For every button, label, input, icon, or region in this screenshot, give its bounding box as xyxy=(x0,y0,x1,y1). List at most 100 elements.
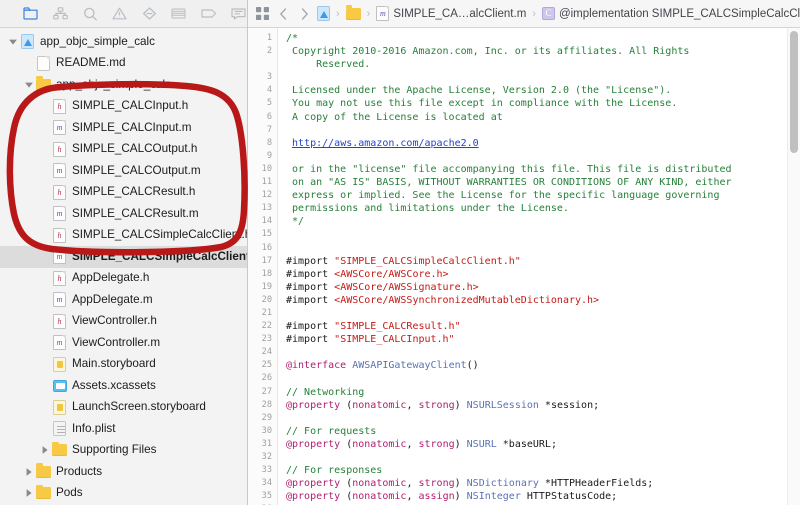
back-chevron-icon[interactable] xyxy=(275,6,291,22)
file-tree-row[interactable]: mSIMPLE_CALCSimpleCalcClient.m xyxy=(0,246,247,268)
breadcrumb-separator: › xyxy=(366,8,372,20)
code-token: express or implied. See the License for … xyxy=(286,190,719,201)
code-text[interactable]: /* Copyright 2010-2016 Amazon.com, Inc. … xyxy=(278,28,800,505)
file-tree-row[interactable]: hSIMPLE_CALCResult.h xyxy=(0,182,247,204)
file-tree-row-label: SIMPLE_CALCOutput.m xyxy=(72,165,201,177)
disclosure-triangle-open[interactable] xyxy=(22,78,35,91)
line-number: 28 xyxy=(248,399,277,412)
debug-navigator-icon[interactable] xyxy=(170,5,188,23)
xcassets-icon xyxy=(51,378,68,393)
file-tree-row-label: SIMPLE_CALCInput.h xyxy=(72,100,188,112)
disclosure-triangle-closed[interactable] xyxy=(22,465,35,478)
code-token: nonatomic xyxy=(352,439,406,450)
report-navigator-icon[interactable] xyxy=(229,5,247,23)
test-navigator-icon[interactable] xyxy=(141,5,159,23)
file-tree-row[interactable]: hSIMPLE_CALCInput.h xyxy=(0,96,247,118)
code-token: *HTTPHeaderFields; xyxy=(539,478,653,489)
code-token: // For responses xyxy=(286,465,382,476)
m-file-icon: m xyxy=(51,249,68,264)
file-tree-row-label: SIMPLE_CALCInput.m xyxy=(72,122,192,134)
file-tree-row[interactable]: app_objc_simple_calc xyxy=(0,74,247,96)
file-tree-row[interactable]: app_objc_simple_calc xyxy=(0,31,247,53)
breadcrumb-file-label: SIMPLE_CA…alcClient.m xyxy=(393,8,526,20)
code-token: // For requests xyxy=(286,426,376,437)
code-line: on an "AS IS" BASIS, WITHOUT WARRANTIES … xyxy=(286,176,800,189)
markdown-file-icon xyxy=(35,56,52,71)
file-tree-row[interactable]: hSIMPLE_CALCOutput.h xyxy=(0,139,247,161)
file-tree-row[interactable]: Assets.xcassets xyxy=(0,375,247,397)
code-token[interactable]: http://aws.amazon.com/apache2.0 xyxy=(292,138,479,149)
file-tree[interactable]: app_objc_simple_calcREADME.mdapp_objc_si… xyxy=(0,28,247,505)
line-number: 10 xyxy=(248,163,277,176)
folder-icon xyxy=(35,77,52,92)
file-tree-row[interactable]: mViewController.m xyxy=(0,332,247,354)
code-line: @property (nonatomic, assign) NSInteger … xyxy=(286,490,800,503)
source-editor[interactable]: 1234567891011121314151617181920212223242… xyxy=(248,28,800,505)
h-file-icon: h xyxy=(51,142,68,157)
disclosure-triangle-closed[interactable] xyxy=(22,487,35,500)
file-tree-row[interactable]: mSIMPLE_CALCInput.m xyxy=(0,117,247,139)
code-token: *baseURL; xyxy=(497,439,557,450)
code-token: #import xyxy=(286,321,334,332)
disclosure-spacer xyxy=(38,186,51,199)
file-tree-row[interactable]: hAppDelegate.h xyxy=(0,268,247,290)
breadcrumb-project[interactable] xyxy=(317,6,330,21)
project-navigator-icon[interactable] xyxy=(22,5,40,23)
file-tree-row-label: SIMPLE_CALCResult.m xyxy=(72,208,199,220)
line-number: 18 xyxy=(248,268,277,281)
find-navigator-icon[interactable] xyxy=(81,5,99,23)
code-token: // Networking xyxy=(286,387,364,398)
h-file-icon: h xyxy=(51,314,68,329)
disclosure-spacer xyxy=(38,272,51,285)
file-tree-row[interactable]: h ViewController.h xyxy=(0,311,247,333)
code-line: // Networking xyxy=(286,386,800,399)
code-line xyxy=(286,150,800,163)
disclosure-triangle-closed[interactable] xyxy=(38,444,51,457)
code-line xyxy=(286,124,800,137)
code-token: *session; xyxy=(539,400,599,411)
file-tree-row[interactable]: Info.plist xyxy=(0,418,247,440)
related-items-icon[interactable] xyxy=(254,6,270,22)
file-tree-row[interactable]: mAppDelegate.m xyxy=(0,289,247,311)
line-number: 4 xyxy=(248,84,277,97)
line-number: 1 xyxy=(248,32,277,45)
breadcrumb-separator: › xyxy=(335,8,341,20)
file-tree-row[interactable]: Supporting Files xyxy=(0,440,247,462)
symbol-navigator-icon[interactable] xyxy=(52,5,70,23)
plist-icon xyxy=(51,421,68,436)
disclosure-spacer xyxy=(38,315,51,328)
m-file-icon: m xyxy=(51,335,68,350)
file-tree-row[interactable]: LaunchScreen.storyboard xyxy=(0,397,247,419)
code-token: #import xyxy=(286,334,334,345)
file-tree-row-label: Info.plist xyxy=(72,423,116,435)
breadcrumb-file[interactable]: m SIMPLE_CA…alcClient.m xyxy=(376,6,526,21)
code-line xyxy=(286,372,800,385)
code-token: NSURLSession xyxy=(467,400,539,411)
code-token: <AWSCore/AWSSynchronizedMutableDictionar… xyxy=(334,295,599,306)
navigator-toolbar xyxy=(0,0,247,28)
code-line: #import <AWSCore/AWSSynchronizedMutableD… xyxy=(286,294,800,307)
file-tree-row[interactable]: mSIMPLE_CALCOutput.m xyxy=(0,160,247,182)
editor-scrollbar-thumb[interactable] xyxy=(790,31,798,153)
breadcrumb-folder[interactable] xyxy=(346,8,361,20)
file-tree-row[interactable]: Pods xyxy=(0,483,247,505)
breakpoint-navigator-icon[interactable] xyxy=(200,5,218,23)
disclosure-triangle-open[interactable] xyxy=(6,35,19,48)
code-token: nonatomic xyxy=(352,478,406,489)
file-tree-row[interactable]: mSIMPLE_CALCResult.m xyxy=(0,203,247,225)
issue-navigator-icon[interactable] xyxy=(111,5,129,23)
file-tree-row[interactable]: Products xyxy=(0,461,247,483)
code-line: http://aws.amazon.com/apache2.0 xyxy=(286,137,800,150)
line-number: 8 xyxy=(248,137,277,150)
file-tree-row-label: ViewController.h xyxy=(72,315,157,327)
disclosure-spacer xyxy=(38,293,51,306)
file-tree-row[interactable]: hSIMPLE_CALCSimpleCalcClient.h xyxy=(0,225,247,247)
code-token: assign xyxy=(418,491,454,502)
file-tree-row[interactable]: Main.storyboard xyxy=(0,354,247,376)
file-tree-row[interactable]: README.md xyxy=(0,53,247,75)
forward-chevron-icon[interactable] xyxy=(296,6,312,22)
code-line: or in the "license" file accompanying th… xyxy=(286,163,800,176)
breadcrumb-symbol[interactable]: C @implementation SIMPLE_CALCSimpleCalcC… xyxy=(542,7,800,20)
code-line: Licensed under the Apache License, Versi… xyxy=(286,84,800,97)
storyboard-icon xyxy=(51,357,68,372)
